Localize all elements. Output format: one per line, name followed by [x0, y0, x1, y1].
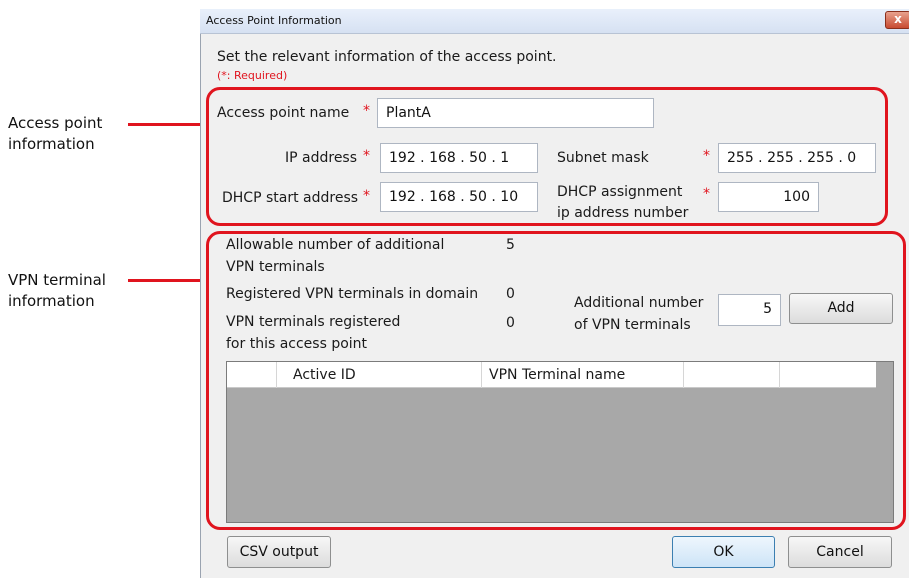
dhcp-count-label-line2: ip address number: [557, 205, 689, 221]
window-title: Access Point Information: [206, 14, 342, 27]
column-separator: [683, 362, 684, 388]
subnet-mask-input[interactable]: 255 . 255 . 255 . 0: [718, 143, 876, 173]
registered-ap-label-line2: for this access point: [226, 336, 368, 352]
required-mark: *: [363, 188, 370, 204]
registered-ap-label-line1: VPN terminals registered: [226, 314, 401, 330]
ip-address-label: IP address: [285, 150, 358, 166]
subnet-mask-label: Subnet mask: [557, 150, 649, 166]
instruction-text: Set the relevant information of the acce…: [217, 49, 557, 65]
required-mark: *: [363, 103, 370, 119]
column-separator: [481, 362, 482, 388]
ip-address-input[interactable]: 192 . 168 . 50 . 1: [380, 143, 538, 173]
column-separator: [779, 362, 780, 388]
dhcp-start-label: DHCP start address: [222, 190, 359, 206]
dhcp-count-input[interactable]: 100: [718, 182, 819, 212]
registered-domain-label: Registered VPN terminals in domain: [226, 286, 479, 302]
close-icon[interactable]: x: [885, 11, 909, 29]
table-empty-area: [876, 362, 893, 522]
csv-output-button[interactable]: CSV output: [227, 536, 331, 568]
registered-domain-value: 0: [506, 286, 515, 302]
callout-connector-vpn: [128, 279, 208, 282]
registered-ap-value: 0: [506, 315, 515, 331]
column-header-terminal-name[interactable]: VPN Terminal name: [489, 366, 625, 384]
allowable-label-line2: VPN terminals: [226, 259, 325, 275]
add-button[interactable]: Add: [789, 293, 893, 324]
dhcp-start-input[interactable]: 192 . 168 . 50 . 10: [380, 182, 538, 212]
column-separator: [276, 362, 277, 388]
callout-access-point-line1: Access point: [8, 114, 103, 132]
required-mark: *: [703, 148, 710, 164]
additional-count-input[interactable]: 5: [718, 294, 781, 326]
additional-label-line2: of VPN terminals: [574, 317, 691, 333]
additional-label-line1: Additional number: [574, 295, 704, 311]
required-note: (*: Required): [217, 69, 288, 82]
dhcp-count-label-line1: DHCP assignment: [557, 184, 683, 200]
access-point-name-input[interactable]: PlantA: [377, 98, 654, 128]
callout-vpn-line2: information: [8, 292, 95, 310]
allowable-value: 5: [506, 237, 515, 253]
access-point-name-label: Access point name: [217, 105, 350, 121]
allowable-label-line1: Allowable number of additional: [226, 237, 445, 253]
callout-connector-access-point: [128, 123, 208, 126]
ok-button[interactable]: OK: [672, 536, 775, 568]
required-mark: *: [703, 186, 710, 202]
callout-vpn-line1: VPN terminal: [8, 271, 106, 289]
callout-access-point-line2: information: [8, 135, 95, 153]
column-header-active-id[interactable]: Active ID: [293, 366, 356, 384]
cancel-button[interactable]: Cancel: [788, 536, 892, 568]
required-mark: *: [363, 148, 370, 164]
